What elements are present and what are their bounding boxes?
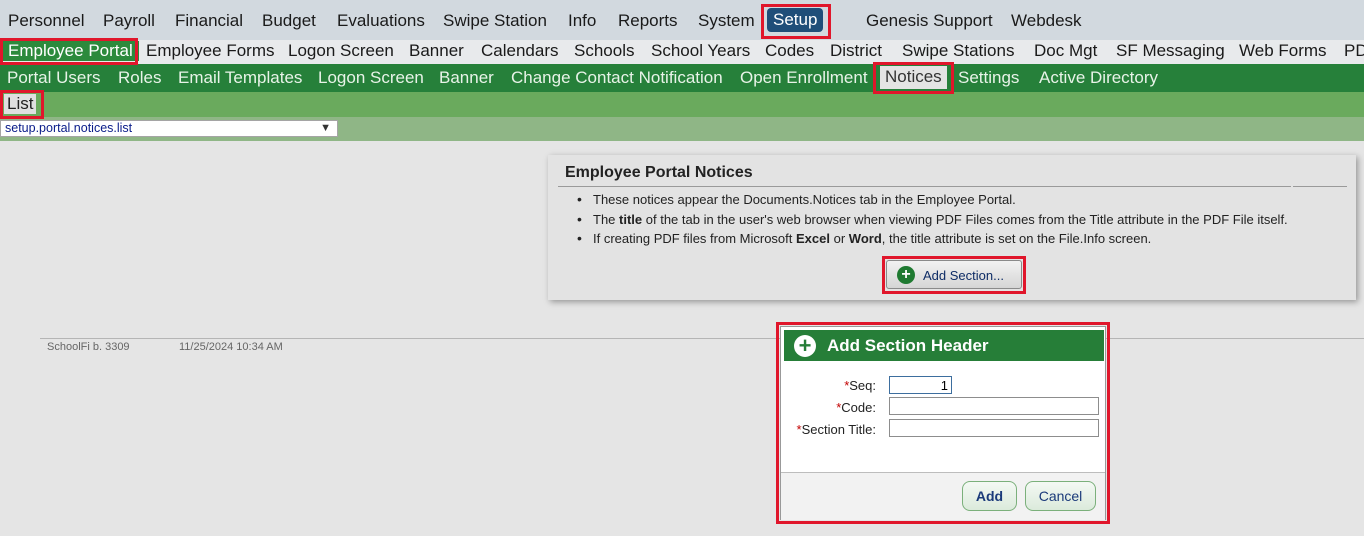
notice-bullets: These notices appear the Documents.Notic… <box>577 191 1288 251</box>
bullet-bold: Word <box>848 231 882 246</box>
build-label: SchoolFi b. 3309 <box>47 341 130 353</box>
seq-label: *Seq: <box>844 378 876 393</box>
tab-swipe-stations[interactable]: Swipe Stations <box>902 41 1014 61</box>
tab-logon-screen-portal[interactable]: Logon Screen <box>318 68 424 88</box>
code-input[interactable] <box>889 397 1099 415</box>
add-section-header-dialog: + Add Section Header *Seq: *Code: *Secti… <box>780 326 1106 520</box>
bullet-text: If creating PDF files from Microsoft <box>593 231 796 246</box>
tab-settings[interactable]: Settings <box>958 68 1019 88</box>
tab-web-forms[interactable]: Web Forms <box>1239 41 1327 61</box>
tab-schools[interactable]: Schools <box>574 41 634 61</box>
tab-active-directory[interactable]: Active Directory <box>1039 68 1158 88</box>
plus-circle-icon: + <box>897 266 915 284</box>
menu-genesis-support[interactable]: Genesis Support <box>866 11 993 31</box>
bullet-bold: Excel <box>796 231 830 246</box>
screen-selector-value: setup.portal.notices.list <box>5 121 133 135</box>
menu-webdesk[interactable]: Webdesk <box>1011 11 1082 31</box>
tab-pd[interactable]: PD <box>1344 41 1364 61</box>
add-button[interactable]: Add <box>962 481 1017 511</box>
section-title-input[interactable] <box>889 419 1099 437</box>
cancel-button[interactable]: Cancel <box>1025 481 1096 511</box>
dialog-footer: Add Cancel <box>781 473 1105 520</box>
notices-info-panel: Employee Portal Notices These notices ap… <box>548 155 1356 300</box>
bullet-item: If creating PDF files from Microsoft Exc… <box>577 230 1288 251</box>
chevron-down-icon: ▼ <box>320 122 331 134</box>
tab-doc-mgt[interactable]: Doc Mgt <box>1034 41 1097 61</box>
menu-budget[interactable]: Budget <box>262 11 316 31</box>
menu-evaluations[interactable]: Evaluations <box>337 11 425 31</box>
tab-open-enrollment[interactable]: Open Enrollment <box>740 68 868 88</box>
seq-input[interactable] <box>889 376 952 394</box>
menu-personnel[interactable]: Personnel <box>8 11 85 31</box>
section-title-label: *Section Title: <box>796 422 877 437</box>
bullet-bold: title <box>619 211 643 227</box>
bullet-text: , the title attribute is set on the File… <box>881 231 1152 246</box>
code-label: *Code: <box>836 400 876 415</box>
menu-swipe-station[interactable]: Swipe Station <box>443 11 547 31</box>
menu-system[interactable]: System <box>698 11 755 31</box>
add-section-button[interactable]: + Add Section... <box>886 260 1022 289</box>
menu-reports[interactable]: Reports <box>618 11 678 31</box>
panel-title: Employee Portal Notices <box>565 164 753 181</box>
tab-change-contact-notification[interactable]: Change Contact Notification <box>511 68 723 88</box>
portal-submenu-bar: Portal Users Roles Email Templates Logon… <box>0 64 1364 92</box>
tab-logon-screen[interactable]: Logon Screen <box>288 41 394 61</box>
tab-district[interactable]: District <box>830 41 882 61</box>
dialog-header: + Add Section Header <box>784 330 1104 361</box>
setup-submenu-bar: Employee Portal Employee Forms Logon Scr… <box>0 40 1364 64</box>
timestamp-label: 11/25/2024 10:34 AM <box>179 341 283 353</box>
bullet-text: or <box>829 231 849 246</box>
bullet-item: The title of the tab in the user's web b… <box>577 211 1288 232</box>
tab-employee-portal[interactable]: Employee Portal <box>2 41 139 61</box>
tab-list[interactable]: List <box>4 94 37 114</box>
dialog-title: Add Section Header <box>827 336 989 355</box>
tab-school-years[interactable]: School Years <box>651 41 750 61</box>
tab-codes[interactable]: Codes <box>765 41 814 61</box>
plus-circle-icon: + <box>794 335 816 357</box>
bullet-text: These notices appear the Documents.Notic… <box>593 192 1016 207</box>
tab-banner[interactable]: Banner <box>409 41 464 61</box>
tab-banner-portal[interactable]: Banner <box>439 68 494 88</box>
tab-portal-users[interactable]: Portal Users <box>7 68 101 88</box>
panel-divider <box>558 186 1291 187</box>
tab-sf-messaging[interactable]: SF Messaging <box>1116 41 1225 61</box>
tab-roles[interactable]: Roles <box>118 68 161 88</box>
bullet-item: These notices appear the Documents.Notic… <box>577 191 1288 212</box>
tab-notices[interactable]: Notices <box>880 66 947 89</box>
bullet-text: The <box>593 211 620 227</box>
menu-payroll[interactable]: Payroll <box>103 11 155 31</box>
top-menu-bar: Personnel Payroll Financial Budget Evalu… <box>0 0 1364 41</box>
footer-divider <box>40 338 1364 339</box>
screen-selector-dropdown[interactable]: setup.portal.notices.list ▼ <box>0 120 338 137</box>
menu-setup[interactable]: Setup <box>767 8 824 32</box>
add-section-label: Add Section... <box>923 268 1004 283</box>
menu-financial[interactable]: Financial <box>175 11 243 31</box>
menu-info[interactable]: Info <box>568 11 596 31</box>
tab-calendars[interactable]: Calendars <box>481 41 559 61</box>
tab-email-templates[interactable]: Email Templates <box>178 68 302 88</box>
panel-divider-right <box>1293 186 1347 187</box>
screen-selector-bar: setup.portal.notices.list ▼ <box>0 117 1364 141</box>
bullet-text: of the tab in the user's web browser whe… <box>642 211 1288 227</box>
notices-submenu-bar: List <box>0 92 1364 117</box>
tab-employee-forms[interactable]: Employee Forms <box>146 41 274 61</box>
